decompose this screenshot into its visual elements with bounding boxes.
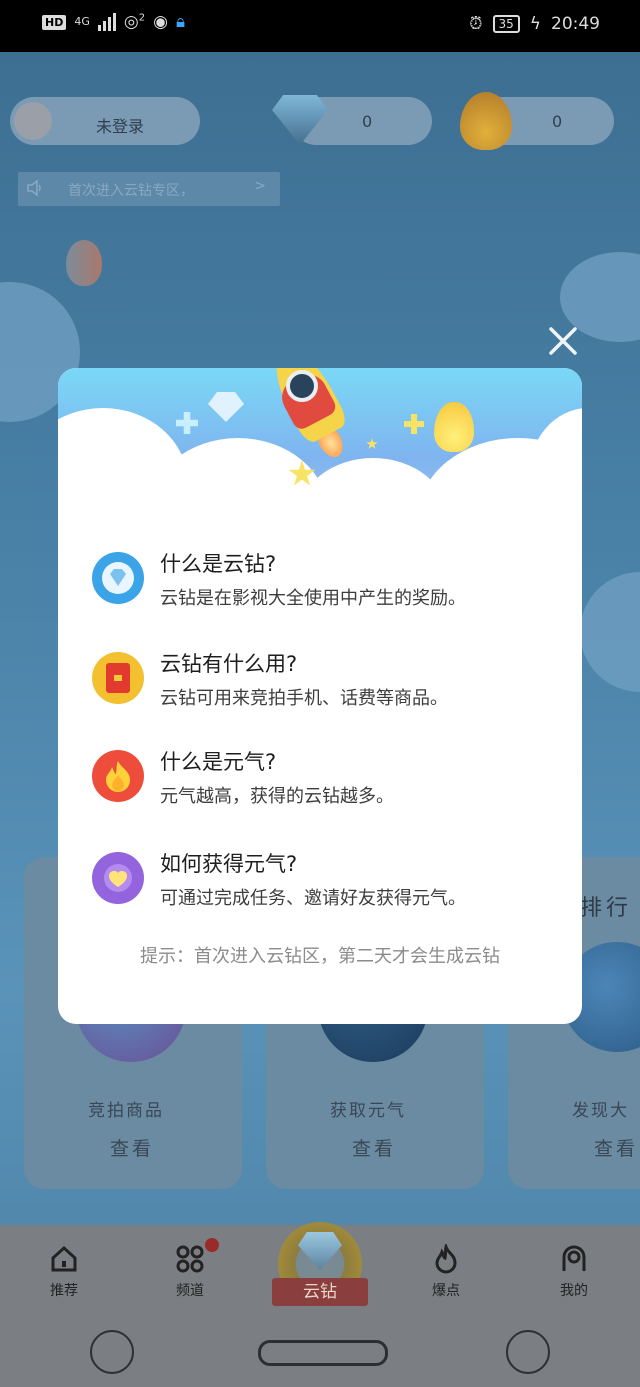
network-type: 4G (74, 15, 90, 28)
channels-icon (175, 1238, 219, 1274)
view-button[interactable]: 查看 (110, 1134, 154, 1161)
charging-icon: ϟ (529, 14, 541, 34)
star-icon (366, 438, 378, 449)
status-right: ⏰︎ 35 ϟ 20:49 (469, 14, 600, 34)
faq-question: 云钻有什么用? (160, 652, 298, 676)
faq-answer: 元气越高，获得的云钻越多。 (160, 786, 394, 807)
faq-item: 什么是云钻? 云钻是在影视大全使用中产生的奖励。 (92, 548, 562, 628)
nav-label-yunzuan[interactable]: 云钻 (272, 1278, 368, 1306)
faq-item: 如何获得元气? 可通过完成任务、邀请好友获得元气。 (92, 848, 562, 928)
nav-label: 爆点 (432, 1283, 460, 1299)
card-title: 竞拍商品 (88, 1101, 164, 1121)
profile-icon (559, 1244, 589, 1274)
eye-icon: ◉ (153, 12, 168, 32)
home-gesture-bar[interactable] (258, 1340, 388, 1366)
red-envelope-icon (92, 652, 144, 704)
signal-icon (97, 13, 116, 31)
status-bar: HD 4G ◎2 ◉ 🔒︎ ⏰︎ 35 ϟ 20:49 (0, 0, 640, 52)
alarm-icon: ⏰︎ (469, 14, 483, 34)
faq-item: 什么是元气? 元气越高，获得的云钻越多。 (92, 746, 562, 826)
nav-label: 推荐 (50, 1283, 78, 1299)
lock-icon: 🔒︎ (175, 12, 185, 32)
hotspot-count: 2 (138, 12, 146, 24)
login-label[interactable]: 未登录 (96, 113, 144, 137)
yunzuan-info-dialog: 什么是云钻? 云钻是在影视大全使用中产生的奖励。 云钻有什么用? 云钻可用来竞拍… (58, 368, 582, 1024)
heart-icon (92, 852, 144, 904)
faq-answer: 云钻是在影视大全使用中产生的奖励。 (160, 588, 466, 609)
faq-question: 什么是元气? (160, 750, 277, 774)
notice-text: 首次进入云钻专区， (68, 183, 194, 199)
cloud-decoration (580, 572, 640, 692)
clock: 20:49 (551, 14, 600, 34)
fire-icon (92, 750, 144, 802)
balloon-icon (66, 240, 102, 286)
close-icon[interactable] (546, 324, 580, 358)
faq-answer: 可通过完成任务、邀请好友获得元气。 (160, 888, 466, 909)
nav-label: 频道 (176, 1283, 204, 1299)
notification-dot (205, 1238, 219, 1252)
faq-answer: 云钻可用来竞拍手机、话费等商品。 (160, 688, 448, 709)
cross-decoration (176, 412, 198, 434)
diamond-count: 0 (362, 112, 373, 131)
energy-count: 0 (552, 112, 563, 131)
diamond-icon (92, 552, 144, 604)
nav-item-mine[interactable]: 我的 (534, 1244, 614, 1300)
nav-item-hot[interactable]: 爆点 (406, 1244, 486, 1300)
eye-button[interactable] (506, 1330, 550, 1374)
dialog-header-illustration (58, 368, 582, 598)
flame-icon (431, 1244, 461, 1274)
view-button[interactable]: 查看 (352, 1134, 396, 1161)
nav-label: 我的 (560, 1283, 588, 1299)
battery-indicator: 35 (492, 15, 520, 33)
faq-question: 什么是云钻? (160, 552, 277, 576)
faq-question: 如何获得元气? (160, 852, 298, 876)
home-icon (49, 1244, 79, 1274)
card-title: 获取元气 (330, 1101, 406, 1121)
status-left: HD 4G ◎2 ◉ 🔒︎ (42, 12, 185, 32)
fire-icon (434, 402, 474, 452)
faq-item: 云钻有什么用? 云钻可用来竞拍手机、话费等商品。 (92, 648, 562, 728)
rocket-window (286, 370, 318, 402)
view-button[interactable]: 查看 (594, 1134, 638, 1161)
hotspot-icon: ◎2 (123, 12, 146, 32)
recent-apps-button[interactable] (90, 1330, 134, 1374)
nav-item-recommend[interactable]: 推荐 (24, 1244, 104, 1300)
dialog-hint: 提示：首次进入云钻区，第二天才会生成云钻 (140, 946, 500, 967)
speaker-icon (27, 179, 41, 197)
nav-item-channels[interactable]: 频道 (150, 1238, 230, 1300)
chevron-right-icon: > (254, 178, 266, 194)
card-title: 发现大 (572, 1101, 629, 1121)
gem-decoration (208, 392, 244, 422)
avatar[interactable] (14, 102, 52, 140)
cross-decoration (404, 414, 424, 434)
notice-bar[interactable]: 首次进入云钻专区， > (18, 172, 280, 206)
hd-badge: HD (42, 14, 67, 30)
ranking-label: 排行 (580, 896, 633, 921)
